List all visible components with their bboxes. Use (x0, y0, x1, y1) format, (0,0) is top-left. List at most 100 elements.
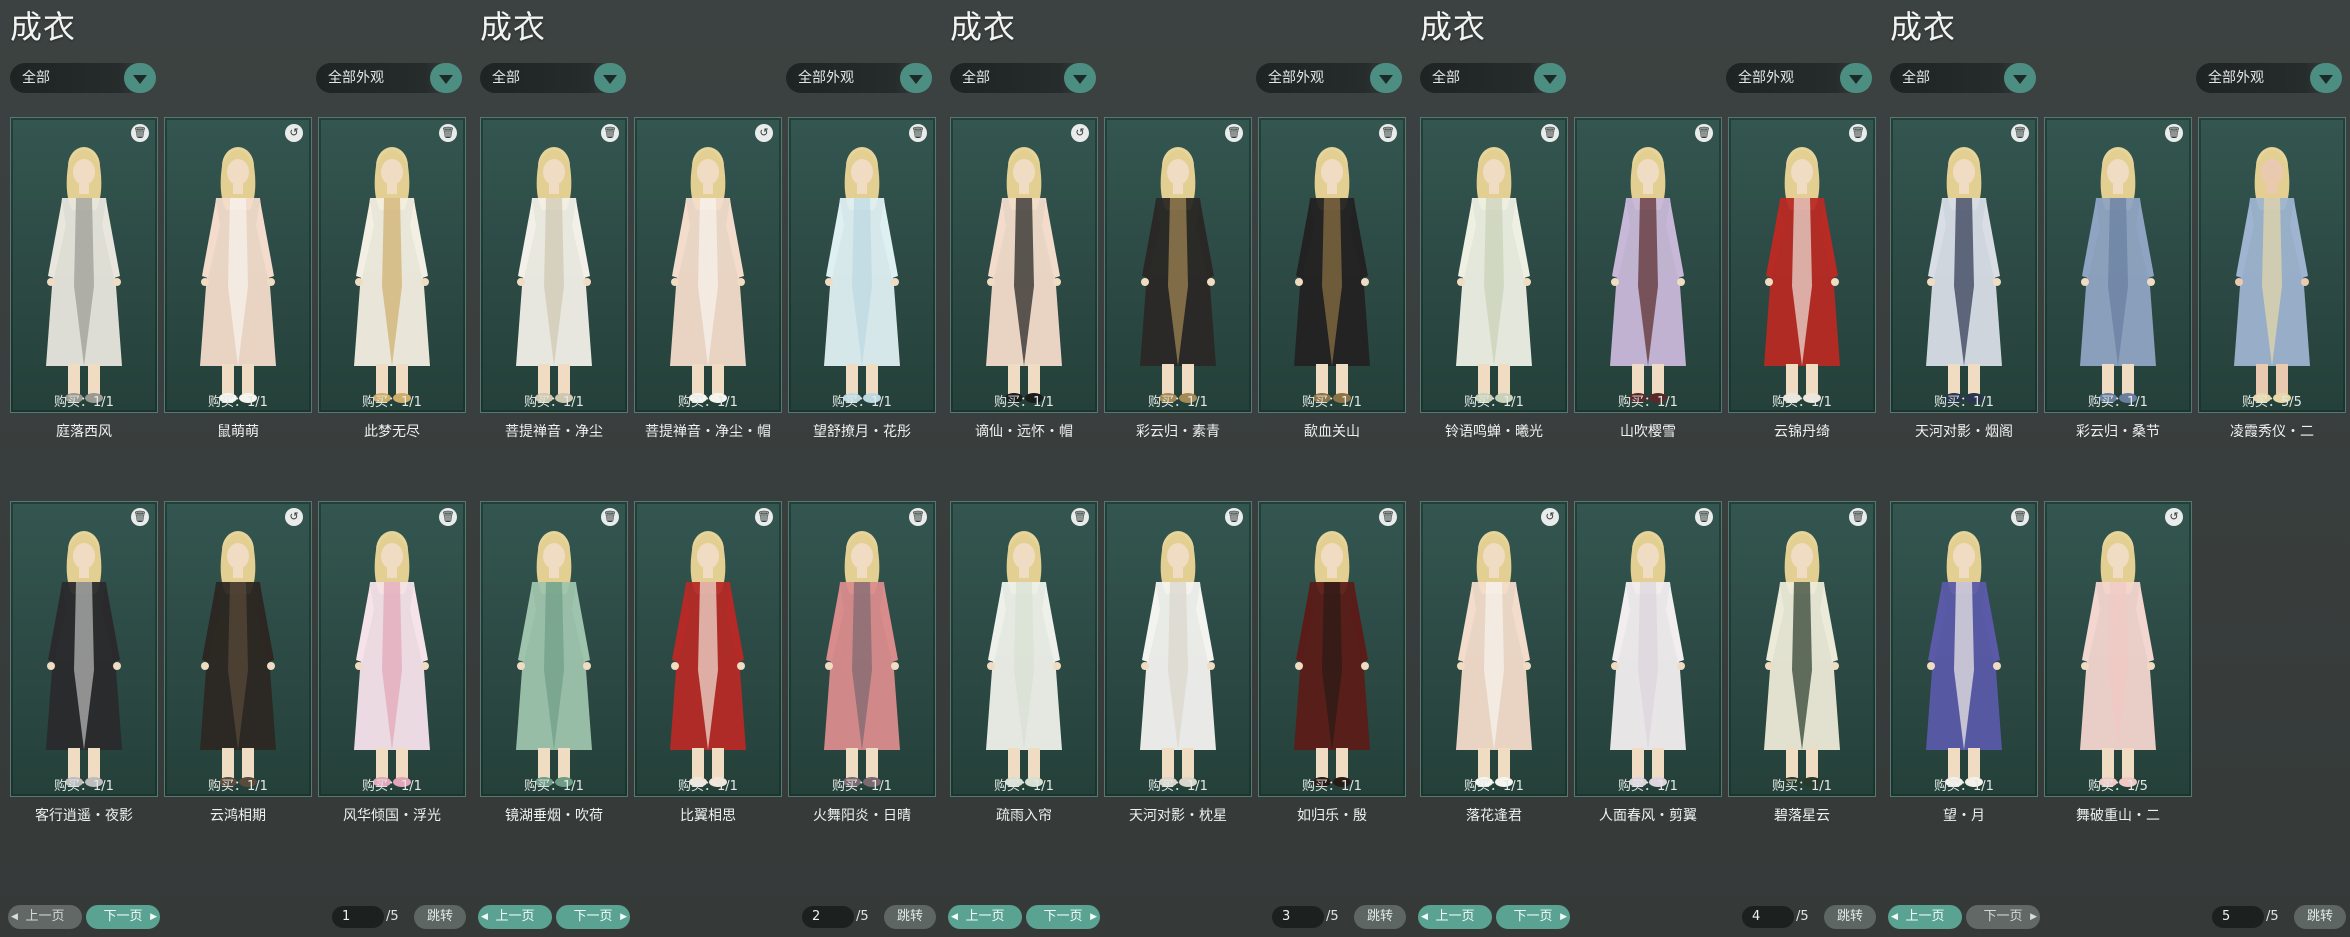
outfit-preview (1891, 136, 2037, 406)
page-number-input[interactable]: 3 (1272, 906, 1324, 928)
chevron-down-icon (124, 63, 156, 93)
purchase-count: 购买：1/1 (1148, 395, 1208, 410)
outfit-card[interactable]: 🗑 购买：1/1 铃语鸣蝉・曦光 (1420, 117, 1568, 440)
outfit-figure (354, 147, 430, 403)
category-dropdown-value: 全部 (1432, 70, 1460, 86)
prev-page-button[interactable]: 上一页 (8, 905, 82, 929)
page-total: /5 (386, 909, 399, 924)
outfit-card[interactable]: ↺ 购买：1/1 谪仙・远怀・帽 (950, 117, 1098, 440)
outfit-card[interactable]: ↺ 购买：1/1 菩提禅音・净尘・帽 (634, 117, 782, 440)
outfit-card[interactable]: 🗑 购买：1/1 云锦丹绮 (1728, 117, 1876, 440)
category-dropdown[interactable]: 全部 (950, 63, 1096, 93)
chevron-down-icon (1370, 63, 1402, 93)
wardrobe-panel: 成衣 全部 全部外观 ↺ 购买：1/1 谪仙・远怀・帽 🗑 购买：1/1 彩云归・素青 🗑 (940, 0, 1410, 937)
outfit-figure (200, 147, 276, 403)
outfit-figure (46, 147, 122, 403)
outfit-name: 如归乐・殷 (1297, 808, 1367, 824)
page-total: /5 (856, 909, 869, 924)
panel-title: 成衣 (1420, 8, 1487, 46)
category-dropdown[interactable]: 全部 (10, 63, 156, 93)
outfit-card[interactable]: 🗑 购买：1/1 人面春风・剪翼 (1574, 501, 1722, 824)
outfit-card[interactable]: 🗑 购买：1/1 客行逍遥・夜影 (10, 501, 158, 824)
next-page-button[interactable]: 下一页 (86, 905, 160, 929)
wardrobe-panel: 成衣全部全部外观🗑 购买：1/1庭落西风↺ 购买：1/1鼠萌萌🗑 (0, 0, 470, 937)
outfit-card[interactable]: ↺ 购买：1/1 落花逢君 (1420, 501, 1568, 824)
outfit-preview (951, 520, 1097, 790)
outfit-preview (1259, 520, 1405, 790)
prev-page-button[interactable]: 上一页 (478, 905, 552, 929)
outfit-card[interactable]: 购买：5/5 凌霞秀仪・二 (2198, 117, 2346, 440)
outfit-card[interactable]: 🗑 购买：1/1 彩云归・素青 (1104, 117, 1252, 440)
category-dropdown[interactable]: 全部 (1890, 63, 2036, 93)
outfit-card[interactable]: ↺ 购买：1/1 云鸿相期 (164, 501, 312, 824)
page-number-input[interactable]: 2 (802, 906, 854, 928)
outfit-name: 舞破重山・二 (2076, 808, 2160, 824)
chevron-down-icon (1840, 63, 1872, 93)
outfit-card[interactable]: 🗑 购买：1/1 望・月 (1890, 501, 2038, 824)
purchase-count: 购买：1/1 (1618, 395, 1678, 410)
outfit-name: 碧落星云 (1774, 808, 1830, 824)
purchase-count: 购买：1/1 (54, 395, 114, 410)
outfit-card[interactable]: 🗑 购买：1/1 此梦无尽 (318, 117, 466, 440)
outfit-figure (1456, 147, 1532, 403)
outfit-card[interactable]: 🗑 购买：1/1 比翼相思 (634, 501, 782, 824)
outfit-card[interactable]: ↺ 购买：1/5 舞破重山・二 (2044, 501, 2192, 824)
page-number-input[interactable]: 4 (1742, 906, 1794, 928)
outfit-card[interactable]: 🗑 购买：1/1 镜湖垂烟・吹荷 (480, 501, 628, 824)
appearance-dropdown-value: 全部外观 (1738, 70, 1794, 86)
next-page-button[interactable]: 下一页 (1966, 905, 2040, 929)
category-dropdown[interactable]: 全部 (1420, 63, 1566, 93)
next-page-button[interactable]: 下一页 (1496, 905, 1570, 929)
outfit-card[interactable]: 🗑 购买：1/1 山吹樱雪 (1574, 117, 1722, 440)
appearance-dropdown[interactable]: 全部外观 (316, 63, 462, 93)
page-number-input[interactable]: 1 (332, 906, 384, 928)
category-dropdown-value: 全部 (492, 70, 520, 86)
outfit-card[interactable]: 🗑 购买：1/1 火舞阳炎・日晴 (788, 501, 936, 824)
outfit-name: 铃语鸣蝉・曦光 (1445, 424, 1543, 440)
outfit-preview (11, 520, 157, 790)
outfit-card[interactable]: 🗑 购买：1/1 天河对影・枕星 (1104, 501, 1252, 824)
outfit-card[interactable]: 🗑 购买：1/1 疏雨入帘 (950, 501, 1098, 824)
outfit-card[interactable]: 🗑 购买：1/1 歃血关山 (1258, 117, 1406, 440)
prev-page-button[interactable]: 上一页 (1418, 905, 1492, 929)
outfit-card[interactable]: 🗑 购买：1/1 风华倾国・浮光 (318, 501, 466, 824)
outfit-card[interactable]: 🗑 购买：1/1 碧落星云 (1728, 501, 1876, 824)
prev-page-button[interactable]: 上一页 (1888, 905, 1962, 929)
appearance-dropdown[interactable]: 全部外观 (1726, 63, 1872, 93)
outfit-card[interactable]: 🗑 购买：1/1 庭落西风 (10, 117, 158, 440)
appearance-dropdown[interactable]: 全部外观 (786, 63, 932, 93)
jump-button[interactable]: 跳转 (414, 905, 466, 929)
outfit-card[interactable]: ↺ 购买：1/1 鼠萌萌 (164, 117, 312, 440)
jump-button[interactable]: 跳转 (1354, 905, 1406, 929)
next-page-button[interactable]: 下一页 (556, 905, 630, 929)
outfit-card[interactable]: 🗑 购买：1/1 如归乐・殷 (1258, 501, 1406, 824)
purchase-count: 购买：1/1 (2088, 395, 2148, 410)
outfit-name: 天河对影・烟阁 (1915, 424, 2013, 440)
purchase-count: 购买：1/1 (994, 779, 1054, 794)
jump-button[interactable]: 跳转 (1824, 905, 1876, 929)
outfit-name: 望・月 (1943, 808, 1985, 824)
page-number-input[interactable]: 5 (2212, 906, 2264, 928)
panel-title: 成衣 (10, 8, 77, 46)
page-total: /5 (1796, 909, 1809, 924)
outfit-name: 山吹樱雪 (1620, 424, 1676, 440)
outfit-card[interactable]: 🗑 购买：1/1 彩云归・桑节 (2044, 117, 2192, 440)
appearance-dropdown[interactable]: 全部外观 (1256, 63, 1402, 93)
outfit-name: 歃血关山 (1304, 424, 1360, 440)
purchase-count: 购买：1/1 (524, 779, 584, 794)
outfit-preview (951, 136, 1097, 406)
outfit-figure (1294, 531, 1370, 787)
jump-button[interactable]: 跳转 (884, 905, 936, 929)
panel-title: 成衣 (1890, 8, 1957, 46)
outfit-card[interactable]: 🗑 购买：1/1 菩提禅音・净尘 (480, 117, 628, 440)
prev-page-button[interactable]: 上一页 (948, 905, 1022, 929)
next-page-button[interactable]: 下一页 (1026, 905, 1100, 929)
outfit-figure (1610, 147, 1686, 403)
outfit-name: 菩提禅音・净尘・帽 (645, 424, 771, 440)
purchase-count: 购买：1/1 (524, 395, 584, 410)
outfit-card[interactable]: 🗑 购买：1/1 天河对影・烟阁 (1890, 117, 2038, 440)
appearance-dropdown[interactable]: 全部外观 (2196, 63, 2342, 93)
jump-button[interactable]: 跳转 (2294, 905, 2346, 929)
outfit-card[interactable]: 🗑 购买：1/1 望舒撩月・花彤 (788, 117, 936, 440)
category-dropdown[interactable]: 全部 (480, 63, 626, 93)
